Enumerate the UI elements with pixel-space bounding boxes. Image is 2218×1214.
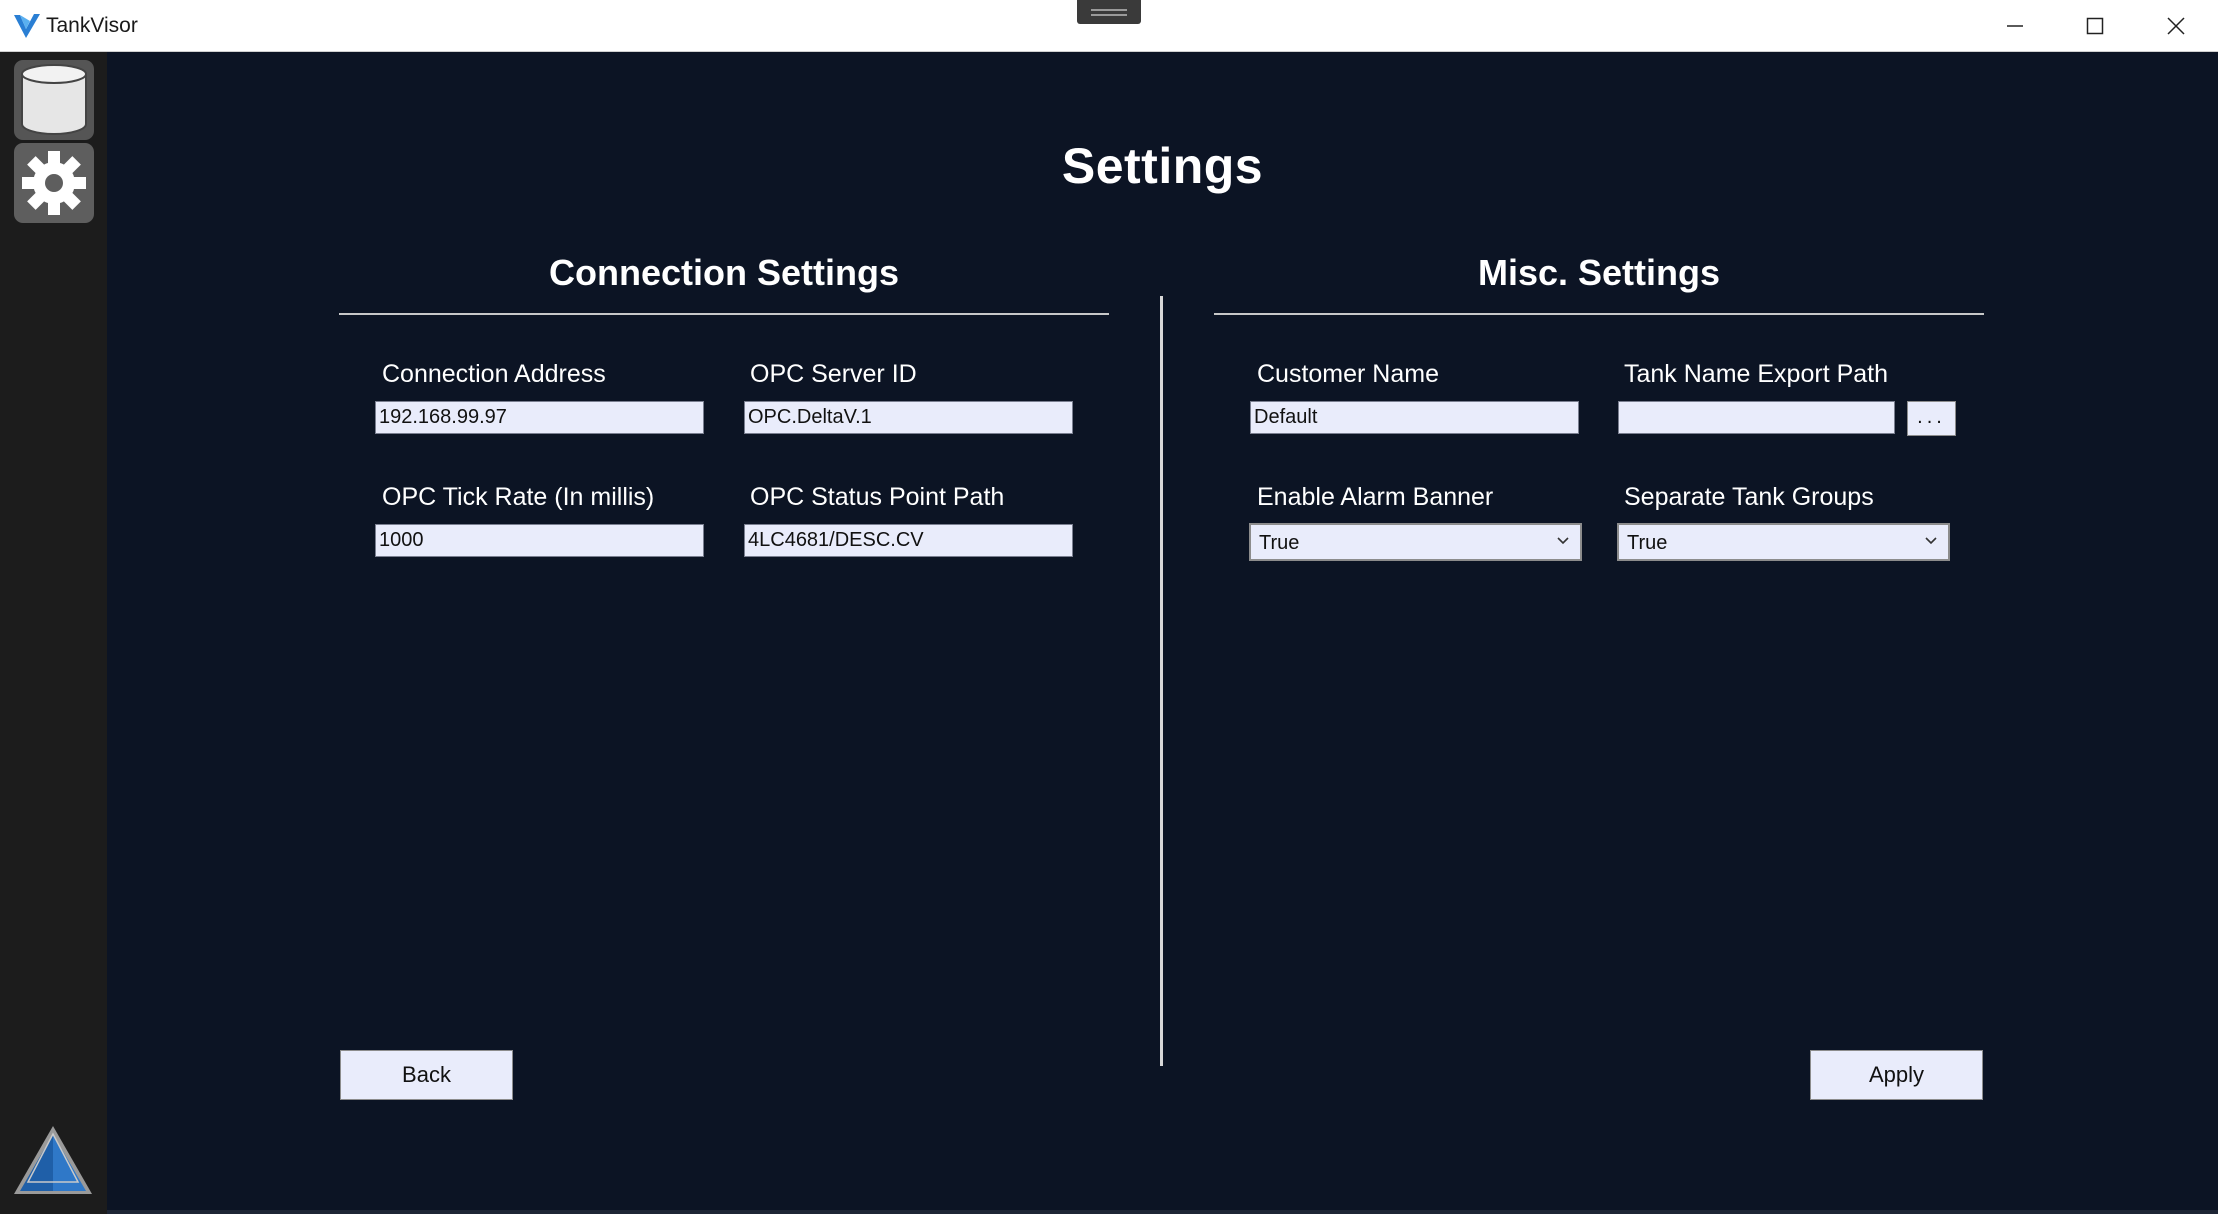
enable-alarm-banner-value: True [1259,532,1300,554]
separate-tank-groups-select[interactable]: True [1617,523,1950,561]
sidebar [0,52,107,1214]
back-button[interactable]: Back [340,1050,513,1100]
enable-alarm-banner-select[interactable]: True [1249,523,1582,561]
drag-handle[interactable] [1077,0,1141,24]
connection-address-label: Connection Address [382,360,606,388]
app-logo-icon [14,14,40,38]
settings-panel: Settings Connection Settings Connection … [107,52,2218,1214]
opc-status-point-label: OPC Status Point Path [750,483,1005,511]
enable-alarm-banner-label: Enable Alarm Banner [1257,483,1494,511]
misc-settings-heading: Misc. Settings [1477,252,1721,293]
separate-tank-groups-value: True [1627,532,1668,554]
bottom-edge [107,1210,2218,1214]
minimize-button[interactable] [1975,0,2055,52]
opc-status-point-field[interactable] [744,524,1073,557]
chevron-down-icon [1557,537,1569,545]
opc-server-id-field[interactable] [744,401,1073,434]
maximize-button[interactable] [2055,0,2135,52]
opc-tick-rate-label: OPC Tick Rate (In millis) [382,483,655,511]
customer-name-label: Customer Name [1257,360,1439,388]
opc-tick-rate-field[interactable] [375,524,704,557]
separate-tank-groups-label: Separate Tank Groups [1624,483,1874,511]
brand-logo-icon [14,1126,92,1194]
close-button[interactable] [2136,0,2216,52]
misc-settings-rule [1214,313,1984,315]
apply-button[interactable]: Apply [1810,1050,1983,1100]
column-divider [1160,296,1163,1066]
app-title: TankVisor [46,14,138,37]
gear-icon [22,151,86,215]
page-title: Settings [1061,138,1264,194]
connection-settings-rule [339,313,1109,315]
close-icon [2167,17,2185,35]
sidebar-item-tanks[interactable] [14,60,94,140]
connection-settings-heading: Connection Settings [549,252,899,293]
connection-address-field[interactable] [375,401,704,434]
tank-name-export-path-label: Tank Name Export Path [1624,360,1889,388]
customer-name-field[interactable] [1250,401,1579,434]
database-icon [21,64,87,135]
minimize-icon [2007,25,2023,27]
opc-server-id-label: OPC Server ID [750,360,917,388]
tank-name-export-path-field[interactable] [1618,401,1895,434]
browse-export-path-button[interactable]: ... [1907,401,1956,436]
chevron-down-icon [1925,537,1937,545]
app-window: TankVisor Settings Connection Settings C… [0,0,2218,1214]
maximize-icon [2086,17,2104,35]
title-bar[interactable]: TankVisor [0,0,2218,52]
sidebar-item-settings[interactable] [14,143,94,223]
